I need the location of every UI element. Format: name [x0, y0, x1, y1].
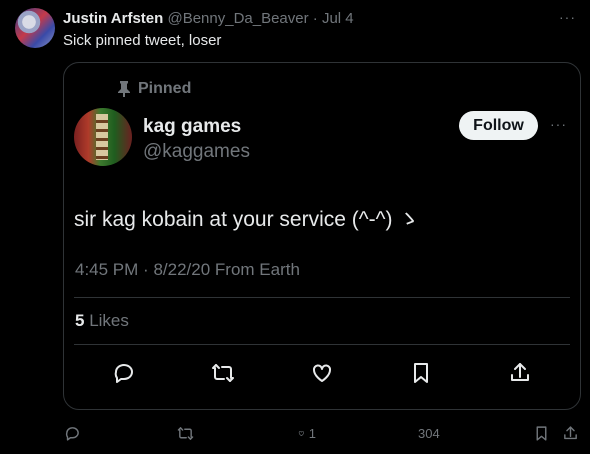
bookmark-icon[interactable] [409, 361, 433, 385]
author-name[interactable]: Justin Arfsten [63, 10, 163, 27]
meta-separator: · [143, 260, 149, 279]
quoted-avatar[interactable] [74, 108, 132, 166]
pinned-label: Pinned [138, 80, 192, 97]
quoted-time[interactable]: 4:45 PM [75, 260, 138, 279]
author-avatar[interactable] [15, 8, 55, 48]
quoted-text: sir kag kobain at your service (^-^) ゝ [74, 208, 420, 231]
divider [74, 297, 570, 298]
quoted-name[interactable]: kag games [143, 116, 241, 138]
share-icon[interactable] [508, 361, 532, 385]
divider [74, 344, 570, 345]
pinned-indicator: Pinned [117, 80, 191, 98]
quoted-date[interactable]: 8/22/20 [153, 260, 210, 279]
likes-label: Likes [89, 311, 129, 330]
like-button[interactable]: 1 [298, 424, 316, 442]
reply-icon[interactable] [64, 424, 82, 442]
like-count: 1 [308, 425, 316, 441]
retweet-icon[interactable] [211, 361, 235, 385]
quoted-more-options-icon[interactable]: ··· [550, 116, 567, 132]
like-icon [298, 430, 304, 436]
follow-button[interactable]: Follow [459, 111, 538, 140]
likes-stat[interactable]: 5 Likes [75, 311, 129, 331]
bookmark-icon[interactable] [533, 424, 551, 442]
header-separator: · [312, 10, 318, 27]
reply-icon[interactable] [112, 361, 136, 385]
reply-text: Sick pinned tweet, loser [63, 32, 222, 49]
quoted-meta: 4:45 PM · 8/22/20 From Earth [75, 260, 300, 280]
quoted-tweet-card[interactable]: Pinned kag games @kaggames Follow ··· si… [63, 62, 581, 410]
views-count: 304 [418, 425, 440, 441]
retweet-icon[interactable] [177, 424, 195, 442]
quoted-handle[interactable]: @kaggames [143, 141, 250, 163]
share-icon[interactable] [562, 424, 580, 442]
more-options-icon[interactable]: ··· [559, 9, 576, 25]
author-handle[interactable]: @Benny_Da_Beaver [167, 10, 308, 27]
likes-count: 5 [75, 311, 85, 330]
reply-header: Justin Arfsten @Benny_Da_Beaver · Jul 4 [63, 10, 354, 27]
quoted-source: From Earth [214, 260, 300, 279]
post-date[interactable]: Jul 4 [322, 10, 354, 27]
views-button[interactable]: 304 [414, 424, 440, 442]
pin-icon [118, 81, 130, 97]
like-icon[interactable] [310, 361, 334, 385]
